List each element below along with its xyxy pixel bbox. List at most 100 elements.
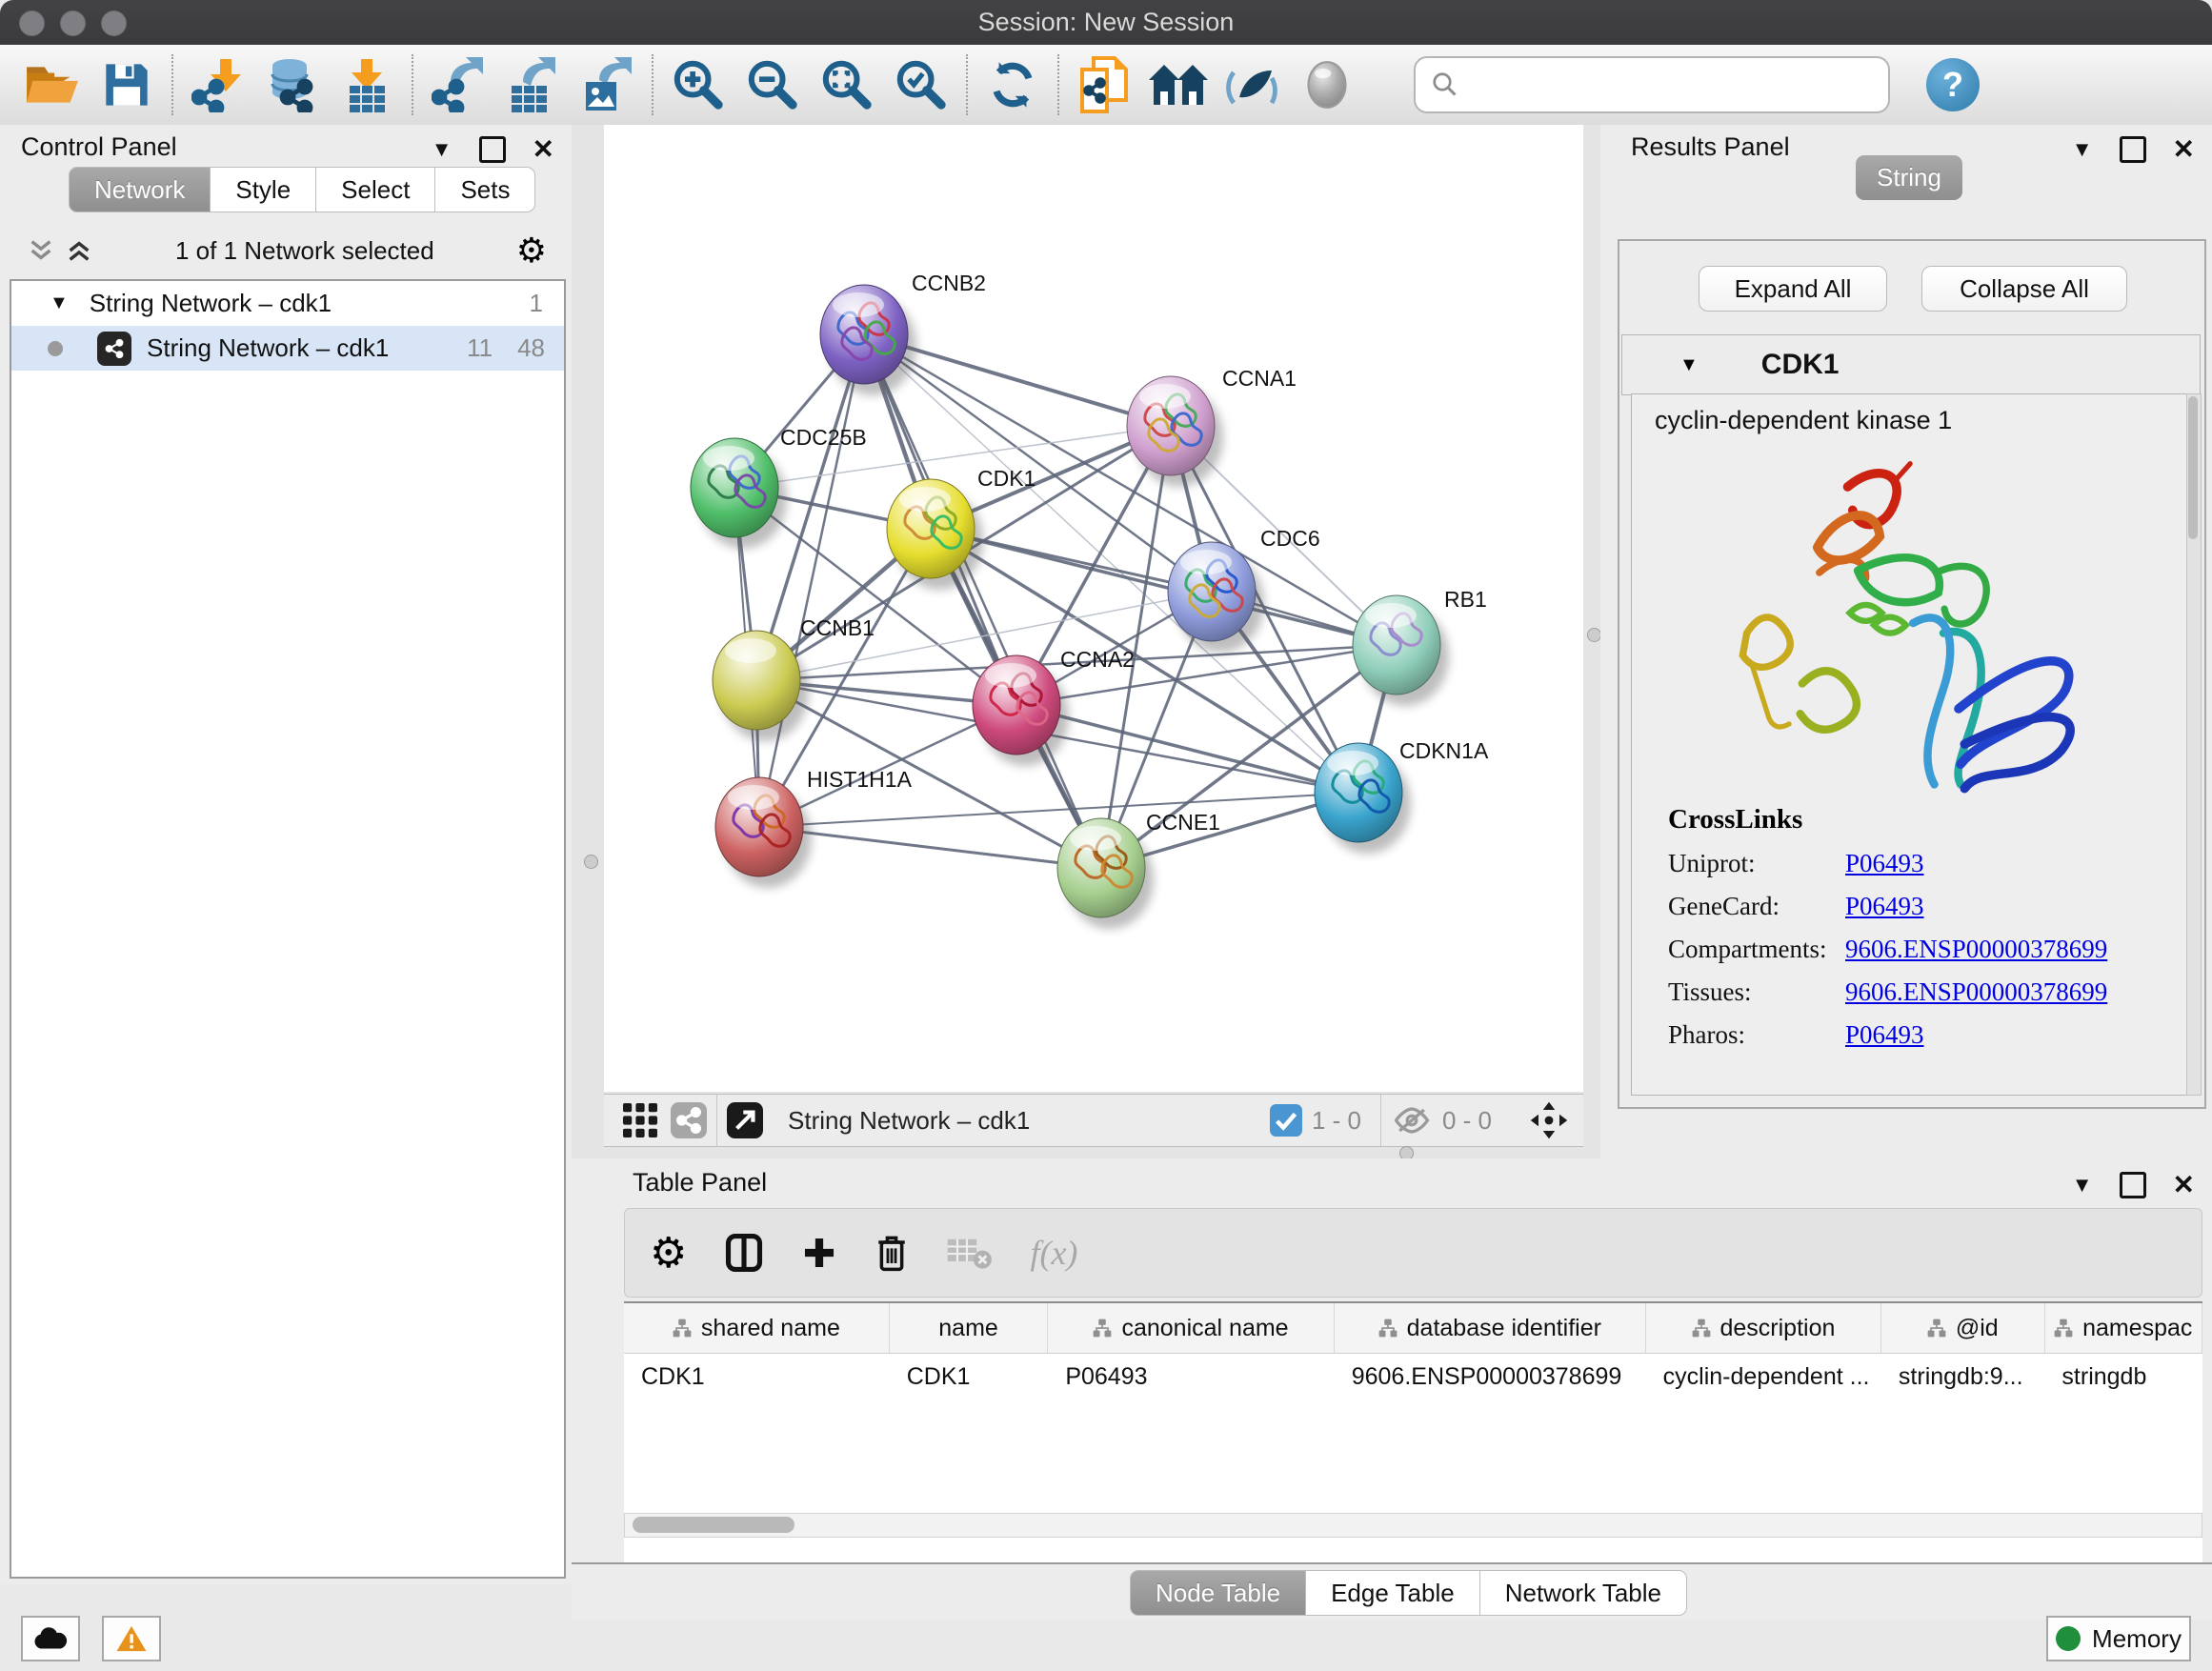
node-CCNB1[interactable]: CCNB1 [713, 615, 875, 741]
tab-select[interactable]: Select [316, 167, 435, 212]
import-network-file-button[interactable] [181, 50, 255, 119]
results-panel-menu-icon[interactable]: ▼ [2072, 137, 2093, 162]
help-button[interactable]: ? [1926, 58, 1980, 111]
add-column-icon[interactable] [801, 1235, 837, 1271]
network-collection-row[interactable]: ▼ String Network – cdk1 1 [11, 281, 564, 326]
tab-network-table[interactable]: Network Table [1480, 1570, 1687, 1616]
collapse-all-button[interactable]: Collapse All [1921, 266, 2127, 312]
table-settings-gear-icon[interactable]: ⚙ [650, 1229, 687, 1278]
node-CDC25B[interactable]: CDC25B [691, 425, 867, 549]
cell-canonical-name[interactable]: P06493 [1048, 1354, 1334, 1399]
cell-name[interactable]: CDK1 [890, 1354, 1049, 1399]
control-panel-float-icon[interactable] [479, 136, 506, 163]
results-scrollbar[interactable] [2186, 393, 2202, 1096]
search-input[interactable] [1469, 65, 1888, 105]
import-table-file-button[interactable] [330, 50, 404, 119]
export-network-button[interactable] [421, 50, 495, 119]
birdseye-view-icon[interactable] [1528, 1099, 1570, 1141]
node-CDK1[interactable]: CDK1 [887, 466, 1036, 590]
tab-network[interactable]: Network [69, 167, 211, 212]
column-header-@id[interactable]: @id [1881, 1303, 2044, 1353]
column-header-namespac[interactable]: namespac [2045, 1303, 2203, 1353]
open-in-new-window-icon[interactable] [727, 1102, 763, 1138]
network-row[interactable]: String Network – cdk1 11 48 [11, 326, 564, 371]
tab-sets[interactable]: Sets [435, 167, 535, 212]
zoom-out-button[interactable] [735, 50, 810, 119]
edge-CCNB2-HIST1H1A[interactable] [759, 334, 864, 827]
table-horizontal-scrollbar[interactable] [624, 1513, 2202, 1538]
tree-expander-icon[interactable]: ▼ [50, 292, 69, 314]
zoom-window-button[interactable] [101, 10, 127, 36]
show-columns-icon[interactable] [723, 1232, 765, 1274]
edge-CDKN1A-HIST1H1A[interactable] [759, 793, 1358, 827]
collapse-all-icon[interactable] [27, 236, 55, 265]
zoom-in-button[interactable] [661, 50, 735, 119]
network-options-gear-icon[interactable]: ⚙ [516, 231, 547, 271]
close-window-button[interactable] [19, 10, 45, 36]
column-header-database-identifier[interactable]: database identifier [1335, 1303, 1646, 1353]
search-field[interactable] [1414, 56, 1890, 113]
import-network-database-button[interactable] [255, 50, 330, 119]
expand-all-button[interactable]: Expand All [1699, 266, 1887, 312]
results-scrollbar-thumb[interactable] [2188, 396, 2198, 539]
left-splitter-handle[interactable] [584, 855, 598, 869]
node-CCNB2[interactable]: CCNB2 [820, 271, 986, 395]
node-CDKN1A[interactable]: CDKN1A [1315, 738, 1489, 854]
cell-shared-name[interactable]: CDK1 [624, 1354, 890, 1399]
cell-@id[interactable]: stringdb:9... [1881, 1354, 2045, 1399]
memory-button[interactable]: Memory [2046, 1616, 2191, 1661]
string-enhance-button[interactable] [1216, 50, 1290, 119]
node-RB1[interactable]: RB1 [1353, 587, 1487, 706]
gene-expander-icon[interactable]: ▼ [1679, 354, 1699, 376]
right-splitter-handle[interactable] [1587, 628, 1601, 642]
crosslink-link[interactable]: P06493 [1845, 1020, 1924, 1050]
open-session-button[interactable] [15, 50, 90, 119]
cell-description[interactable]: cyclin-dependent ... [1646, 1354, 1881, 1399]
minimize-window-button[interactable] [60, 10, 86, 36]
results-panel-close-icon[interactable]: ✕ [2173, 139, 2195, 160]
tab-edge-table[interactable]: Edge Table [1306, 1570, 1480, 1616]
crosslink-link[interactable]: P06493 [1845, 892, 1924, 921]
crosslink-link[interactable]: 9606.ENSP00000378699 [1845, 935, 2107, 964]
hidden-eye-icon[interactable] [1391, 1104, 1433, 1137]
crosslink-link[interactable]: P06493 [1845, 849, 1924, 878]
string-network-graph[interactable]: CCNB2CCNA1CDC25BCDK1CDC6RB1CCNB1CCNA2CDK… [604, 125, 1583, 1092]
column-header-name[interactable]: name [890, 1303, 1049, 1353]
table-panel-float-icon[interactable] [2120, 1172, 2146, 1198]
selected-checkbox-icon[interactable] [1270, 1104, 1302, 1137]
node-CDC6[interactable]: CDC6 [1168, 526, 1320, 653]
cell-database-identifier[interactable]: 9606.ENSP00000378699 [1335, 1354, 1646, 1399]
column-header-shared-name[interactable]: shared name [624, 1303, 890, 1353]
control-panel-close-icon[interactable]: ✕ [533, 139, 554, 160]
table-row[interactable]: CDK1CDK1P064939606.ENSP00000378699cyclin… [624, 1354, 2202, 1399]
delete-column-trash-icon[interactable] [874, 1232, 910, 1274]
export-table-button[interactable] [495, 50, 570, 119]
crosslink-link[interactable]: 9606.ENSP00000378699 [1845, 977, 2107, 1007]
presentation-mode-button[interactable] [1290, 50, 1364, 119]
results-panel-float-icon[interactable] [2120, 136, 2146, 163]
refresh-button[interactable] [975, 50, 1050, 119]
save-session-button[interactable] [90, 50, 164, 119]
zoom-fit-button[interactable] [810, 50, 884, 119]
column-header-description[interactable]: description [1646, 1303, 1881, 1353]
network-canvas[interactable]: CCNB2CCNA1CDC25BCDK1CDC6RB1CCNB1CCNA2CDK… [604, 125, 1583, 1092]
node-HIST1H1A[interactable]: HIST1H1A [715, 767, 913, 888]
zoom-selected-button[interactable] [884, 50, 958, 119]
tab-node-table[interactable]: Node Table [1130, 1570, 1306, 1616]
network-share-view-icon[interactable] [671, 1102, 707, 1138]
string-import-button[interactable] [1067, 50, 1141, 119]
column-header-canonical-name[interactable]: canonical name [1048, 1303, 1334, 1353]
export-image-button[interactable] [570, 50, 644, 119]
warnings-button[interactable] [102, 1616, 161, 1661]
table-panel-close-icon[interactable]: ✕ [2173, 1175, 2195, 1196]
tab-style[interactable]: Style [211, 167, 316, 212]
edge-CDK1-RB1[interactable] [931, 529, 1397, 645]
tab-string[interactable]: String [1856, 155, 1962, 200]
table-scrollbar-thumb[interactable] [633, 1517, 794, 1533]
cloud-status-button[interactable] [21, 1616, 80, 1661]
string-home-button[interactable] [1141, 50, 1216, 119]
node-CCNE1[interactable]: CCNE1 [1057, 810, 1220, 929]
table-panel-menu-icon[interactable]: ▼ [2072, 1173, 2093, 1198]
grid-view-icon[interactable] [623, 1103, 657, 1137]
gene-section-header[interactable]: ▼ CDK1 [1621, 334, 2201, 395]
